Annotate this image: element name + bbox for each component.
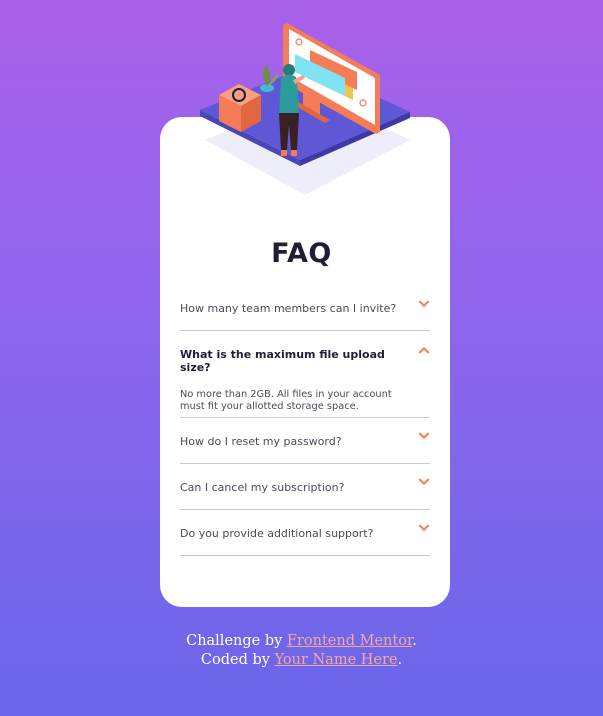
faq-question: How many team members can I invite?: [180, 302, 397, 315]
attribution: Challenge by Frontend Mentor. Coded by Y…: [0, 632, 603, 670]
faq-item[interactable]: Do you provide additional support?: [180, 510, 430, 556]
attribution-line-coded: Coded by Your Name Here.: [0, 651, 603, 670]
chevron-up-icon[interactable]: [418, 346, 430, 354]
faq-item[interactable]: Can I cancel my subscription?: [180, 464, 430, 510]
faq-question: What is the maximum file upload size?: [180, 348, 385, 374]
chevron-down-icon[interactable]: [418, 300, 430, 308]
faq-question: Can I cancel my subscription?: [180, 481, 345, 494]
attribution-suffix: .: [412, 633, 417, 649]
faq-answer: No more than 2GB. All files in your acco…: [180, 389, 392, 412]
chevron-down-icon[interactable]: [418, 524, 430, 532]
faq-question-row[interactable]: How do I reset my password?: [180, 418, 430, 448]
faq-question: How do I reset my password?: [180, 435, 342, 448]
faq-question-row[interactable]: Do you provide additional support?: [180, 510, 430, 540]
faq-list: How many team members can I invite? What…: [180, 288, 430, 556]
page-title: FAQ: [271, 238, 332, 269]
faq-item[interactable]: How many team members can I invite?: [180, 288, 430, 331]
faq-item[interactable]: What is the maximum file upload size? No…: [180, 331, 430, 418]
attribution-prefix: Challenge by: [186, 633, 287, 649]
faq-question-row[interactable]: Can I cancel my subscription?: [180, 464, 430, 494]
attribution-prefix: Coded by: [200, 652, 275, 668]
faq-item[interactable]: How do I reset my password?: [180, 418, 430, 464]
faq-question-row[interactable]: How many team members can I invite?: [180, 288, 430, 315]
author-link[interactable]: Your Name Here: [275, 652, 398, 668]
woman-at-monitor-illustration: [200, 23, 410, 195]
chevron-down-icon[interactable]: [418, 478, 430, 486]
faq-question-row[interactable]: What is the maximum file upload size?: [180, 331, 430, 374]
attribution-line-challenge: Challenge by Frontend Mentor.: [0, 632, 603, 651]
attribution-suffix: .: [397, 652, 403, 668]
faq-question: Do you provide additional support?: [180, 527, 374, 540]
frontend-mentor-link[interactable]: Frontend Mentor: [287, 633, 412, 649]
chevron-down-icon[interactable]: [418, 432, 430, 440]
